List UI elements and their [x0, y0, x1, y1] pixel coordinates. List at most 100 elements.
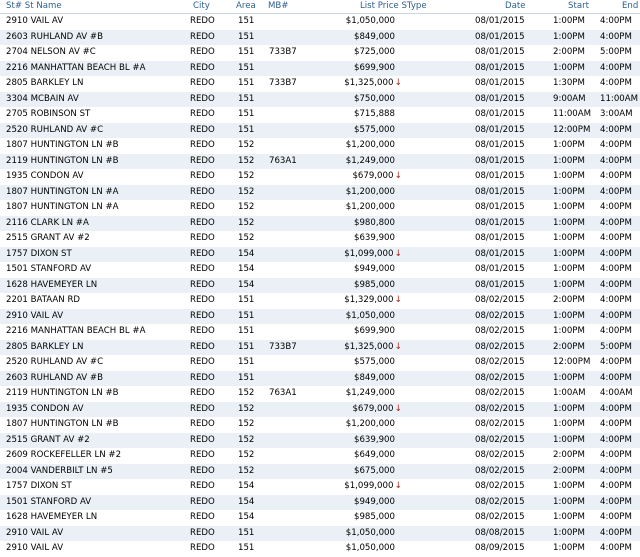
table-row[interactable]: 1807 HUNTINGTON LN #A REDO 152 08/01/2015 1:…	[0, 184, 640, 201]
street-cell[interactable]: 2520 RUHLAND AV #C	[6, 123, 103, 139]
street-cell[interactable]: 2603 RUHLAND AV #B	[6, 30, 103, 46]
street-cell[interactable]: 1807 HUNTINGTON LN #A	[6, 185, 119, 201]
table-row[interactable]: 2805 BARKLEY LN REDO 151 733B7 08/01/2015 1:3…	[0, 76, 640, 92]
date-cell: 08/02/2015	[475, 388, 525, 398]
street-cell[interactable]: 2201 BATAAN RD	[6, 293, 80, 309]
table-row[interactable]: 1935 CONDON AV REDO 152 08/01/2015 1:00PM 4:0…	[0, 169, 640, 185]
street-cell[interactable]: 2705 ROBINSON ST	[6, 107, 90, 123]
header-mb[interactable]: MB#	[268, 1, 289, 11]
header-date[interactable]: Date	[505, 1, 526, 11]
table-row[interactable]: 2116 CLARK LN #A REDO 152 08/01/2015 1:00PM 4…	[0, 215, 640, 232]
header-st-name[interactable]: St# St Name	[6, 1, 62, 11]
header-city[interactable]: City	[193, 1, 210, 11]
list-price-cell: $575,000	[354, 123, 402, 139]
list-price-cell: $649,000	[354, 448, 402, 464]
date-cell: 08/01/2015	[475, 93, 525, 104]
date-cell: 08/02/2015	[475, 481, 525, 491]
table-row[interactable]: 2704 NELSON AV #C REDO 151 733B7 08/01/2015 2…	[0, 45, 640, 61]
street-cell[interactable]: 1935 CONDON AV	[6, 169, 84, 185]
city-cell: REDO	[190, 140, 215, 150]
table-row[interactable]: 2910 VAIL AV REDO 151 08/01/2015 1:00PM 4:00P…	[0, 14, 640, 30]
table-row[interactable]: 2520 RUHLAND AV #C REDO 151 08/02/2015 12:00…	[0, 355, 640, 371]
table-row[interactable]: 2603 RUHLAND AV #B REDO 151 08/02/2015 1:00P…	[0, 370, 640, 387]
start-cell: 12:00PM	[553, 124, 591, 135]
header-start[interactable]: Start	[568, 1, 589, 11]
table-row[interactable]: 1628 HAVEMEYER LN REDO 154 08/02/2015 1:00PM…	[0, 510, 640, 526]
city-cell: REDO	[190, 279, 215, 290]
table-row[interactable]: 1807 HUNTINGTON LN #B REDO 152 08/01/2015 1:…	[0, 138, 640, 154]
street-cell[interactable]: 1757 DIXON ST	[6, 479, 72, 495]
table-row[interactable]: 1757 DIXON ST REDO 154 08/02/2015 1:00PM 4:00…	[0, 479, 640, 495]
table-row[interactable]: 2603 RUHLAND AV #B REDO 151 08/01/2015 1:00P…	[0, 29, 640, 46]
header-area[interactable]: Area	[236, 1, 256, 11]
table-row[interactable]: 1628 HAVEMEYER LN REDO 154 08/01/2015 1:00PM…	[0, 277, 640, 294]
street-cell[interactable]: 2216 MANHATTAN BEACH BL #A	[6, 324, 145, 340]
list-price-cell: $1,099,000↓	[344, 479, 402, 495]
table-row[interactable]: 2515 GRANT AV #2 REDO 152 08/02/2015 1:00PM 4…	[0, 432, 640, 449]
street-cell[interactable]: 1757 DIXON ST	[6, 247, 72, 263]
street-cell[interactable]: 2910 VAIL AV	[6, 541, 63, 557]
street-cell[interactable]: 2520 RUHLAND AV #C	[6, 355, 103, 371]
table-row[interactable]: 2216 MANHATTAN BEACH BL #A REDO 151 08/01/2…	[0, 60, 640, 77]
table-row[interactable]: 2609 ROCKEFELLER LN #2 REDO 152 08/02/2015 2…	[0, 448, 640, 464]
street-cell[interactable]: 2004 VANDERBILT LN #5	[6, 464, 113, 480]
table-row[interactable]: 1757 DIXON ST REDO 154 08/01/2015 1:00PM 4:00…	[0, 246, 640, 263]
street-cell[interactable]: 1807 HUNTINGTON LN #B	[6, 417, 119, 433]
list-price-cell: $1,050,000	[346, 541, 402, 557]
table-row[interactable]: 2119 HUNTINGTON LN #B REDO 152 763A1 08/02/2…	[0, 386, 640, 402]
table-row[interactable]: 2216 MANHATTAN BEACH BL #A REDO 151 08/02/2…	[0, 324, 640, 340]
table-row[interactable]: 2515 GRANT AV #2 REDO 152 08/01/2015 1:00PM 4…	[0, 231, 640, 247]
street-cell[interactable]: 1501 STANFORD AV	[6, 262, 91, 278]
table-row[interactable]: 2201 BATAAN RD REDO 151 08/02/2015 2:00PM 4:0…	[0, 293, 640, 309]
table-row[interactable]: 1807 HUNTINGTON LN #A REDO 152 08/01/2015 1:…	[0, 200, 640, 216]
street-cell[interactable]: 1807 HUNTINGTON LN #B	[6, 138, 119, 154]
street-cell[interactable]: 1935 CONDON AV	[6, 402, 84, 418]
table-row[interactable]: 2119 HUNTINGTON LN #B REDO 152 763A1 08/01/2…	[0, 153, 640, 170]
street-cell[interactable]: 2119 HUNTINGTON LN #B	[6, 154, 119, 170]
street-cell[interactable]: 2910 VAIL AV	[6, 526, 63, 542]
area-cell: 152	[238, 403, 255, 414]
street-cell[interactable]: 2910 VAIL AV	[6, 309, 63, 325]
street-cell[interactable]: 2910 VAIL AV	[6, 14, 63, 30]
street-cell[interactable]: 1628 HAVEMEYER LN	[6, 510, 97, 526]
street-cell[interactable]: 3304 MCBAIN AV	[6, 92, 79, 108]
street-cell[interactable]: 1807 HUNTINGTON LN #A	[6, 200, 119, 216]
street-cell[interactable]: 2119 HUNTINGTON LN #B	[6, 386, 119, 402]
end-cell: 4:00PM	[600, 279, 632, 290]
table-row[interactable]: 2520 RUHLAND AV #C REDO 151 08/01/2015 12:00…	[0, 122, 640, 139]
area-cell: 152	[238, 233, 255, 243]
end-cell: 4:00PM	[600, 171, 632, 181]
street-cell[interactable]: 2515 GRANT AV #2	[6, 433, 90, 449]
header-end[interactable]: End	[622, 1, 638, 11]
table-row[interactable]: 2910 VAIL AV REDO 151 08/08/2015 1:00PM 4:00P…	[0, 525, 640, 542]
area-cell: 154	[238, 512, 255, 522]
street-cell[interactable]: 2805 BARKLEY LN	[6, 340, 83, 356]
list-price-cell: $750,000	[354, 92, 402, 108]
city-cell: REDO	[190, 93, 215, 104]
street-cell[interactable]: 2216 MANHATTAN BEACH BL #A	[6, 61, 145, 77]
table-row[interactable]: 1501 STANFORD AV REDO 154 08/02/2015 1:00PM 4…	[0, 494, 640, 511]
street-cell[interactable]: 2609 ROCKEFELLER LN #2	[6, 448, 121, 464]
table-row[interactable]: 2705 ROBINSON ST REDO 151 08/01/2015 11:00AM…	[0, 107, 640, 123]
list-price-value: $985,000	[353, 279, 395, 290]
street-cell[interactable]: 1501 STANFORD AV	[6, 495, 91, 511]
street-cell[interactable]: 2515 GRANT AV #2	[6, 231, 90, 247]
end-cell: 4:00AM	[600, 388, 633, 398]
table-row[interactable]: 2910 VAIL AV REDO 151 08/09/2015 1:00PM 4:00P…	[0, 541, 640, 557]
header-list-price[interactable]: List Price SType	[360, 1, 427, 11]
table-row[interactable]: 2805 BARKLEY LN REDO 151 733B7 08/02/2015 2:0…	[0, 339, 640, 356]
table-row[interactable]: 3304 MCBAIN AV REDO 151 08/01/2015 9:00AM 11:…	[0, 91, 640, 108]
table-row[interactable]: 2910 VAIL AV REDO 151 08/02/2015 1:00PM 4:00P…	[0, 308, 640, 325]
street-cell[interactable]: 2603 RUHLAND AV #B	[6, 371, 103, 387]
street-cell[interactable]: 1628 HAVEMEYER LN	[6, 278, 97, 294]
street-cell[interactable]: 2805 BARKLEY LN	[6, 76, 83, 92]
end-cell: 4:00PM	[600, 450, 632, 460]
street-cell[interactable]: 2704 NELSON AV #C	[6, 45, 96, 61]
date-cell: 08/01/2015	[475, 31, 525, 42]
city-cell: REDO	[190, 16, 215, 26]
table-row[interactable]: 1807 HUNTINGTON LN #B REDO 152 08/02/2015 1:…	[0, 417, 640, 433]
table-row[interactable]: 1935 CONDON AV REDO 152 08/02/2015 1:00PM 4:0…	[0, 401, 640, 418]
table-row[interactable]: 2004 VANDERBILT LN #5 REDO 152 08/02/2015 2:…	[0, 463, 640, 480]
table-row[interactable]: 1501 STANFORD AV REDO 154 08/01/2015 1:00PM 4…	[0, 262, 640, 278]
street-cell[interactable]: 2116 CLARK LN #A	[6, 216, 89, 232]
